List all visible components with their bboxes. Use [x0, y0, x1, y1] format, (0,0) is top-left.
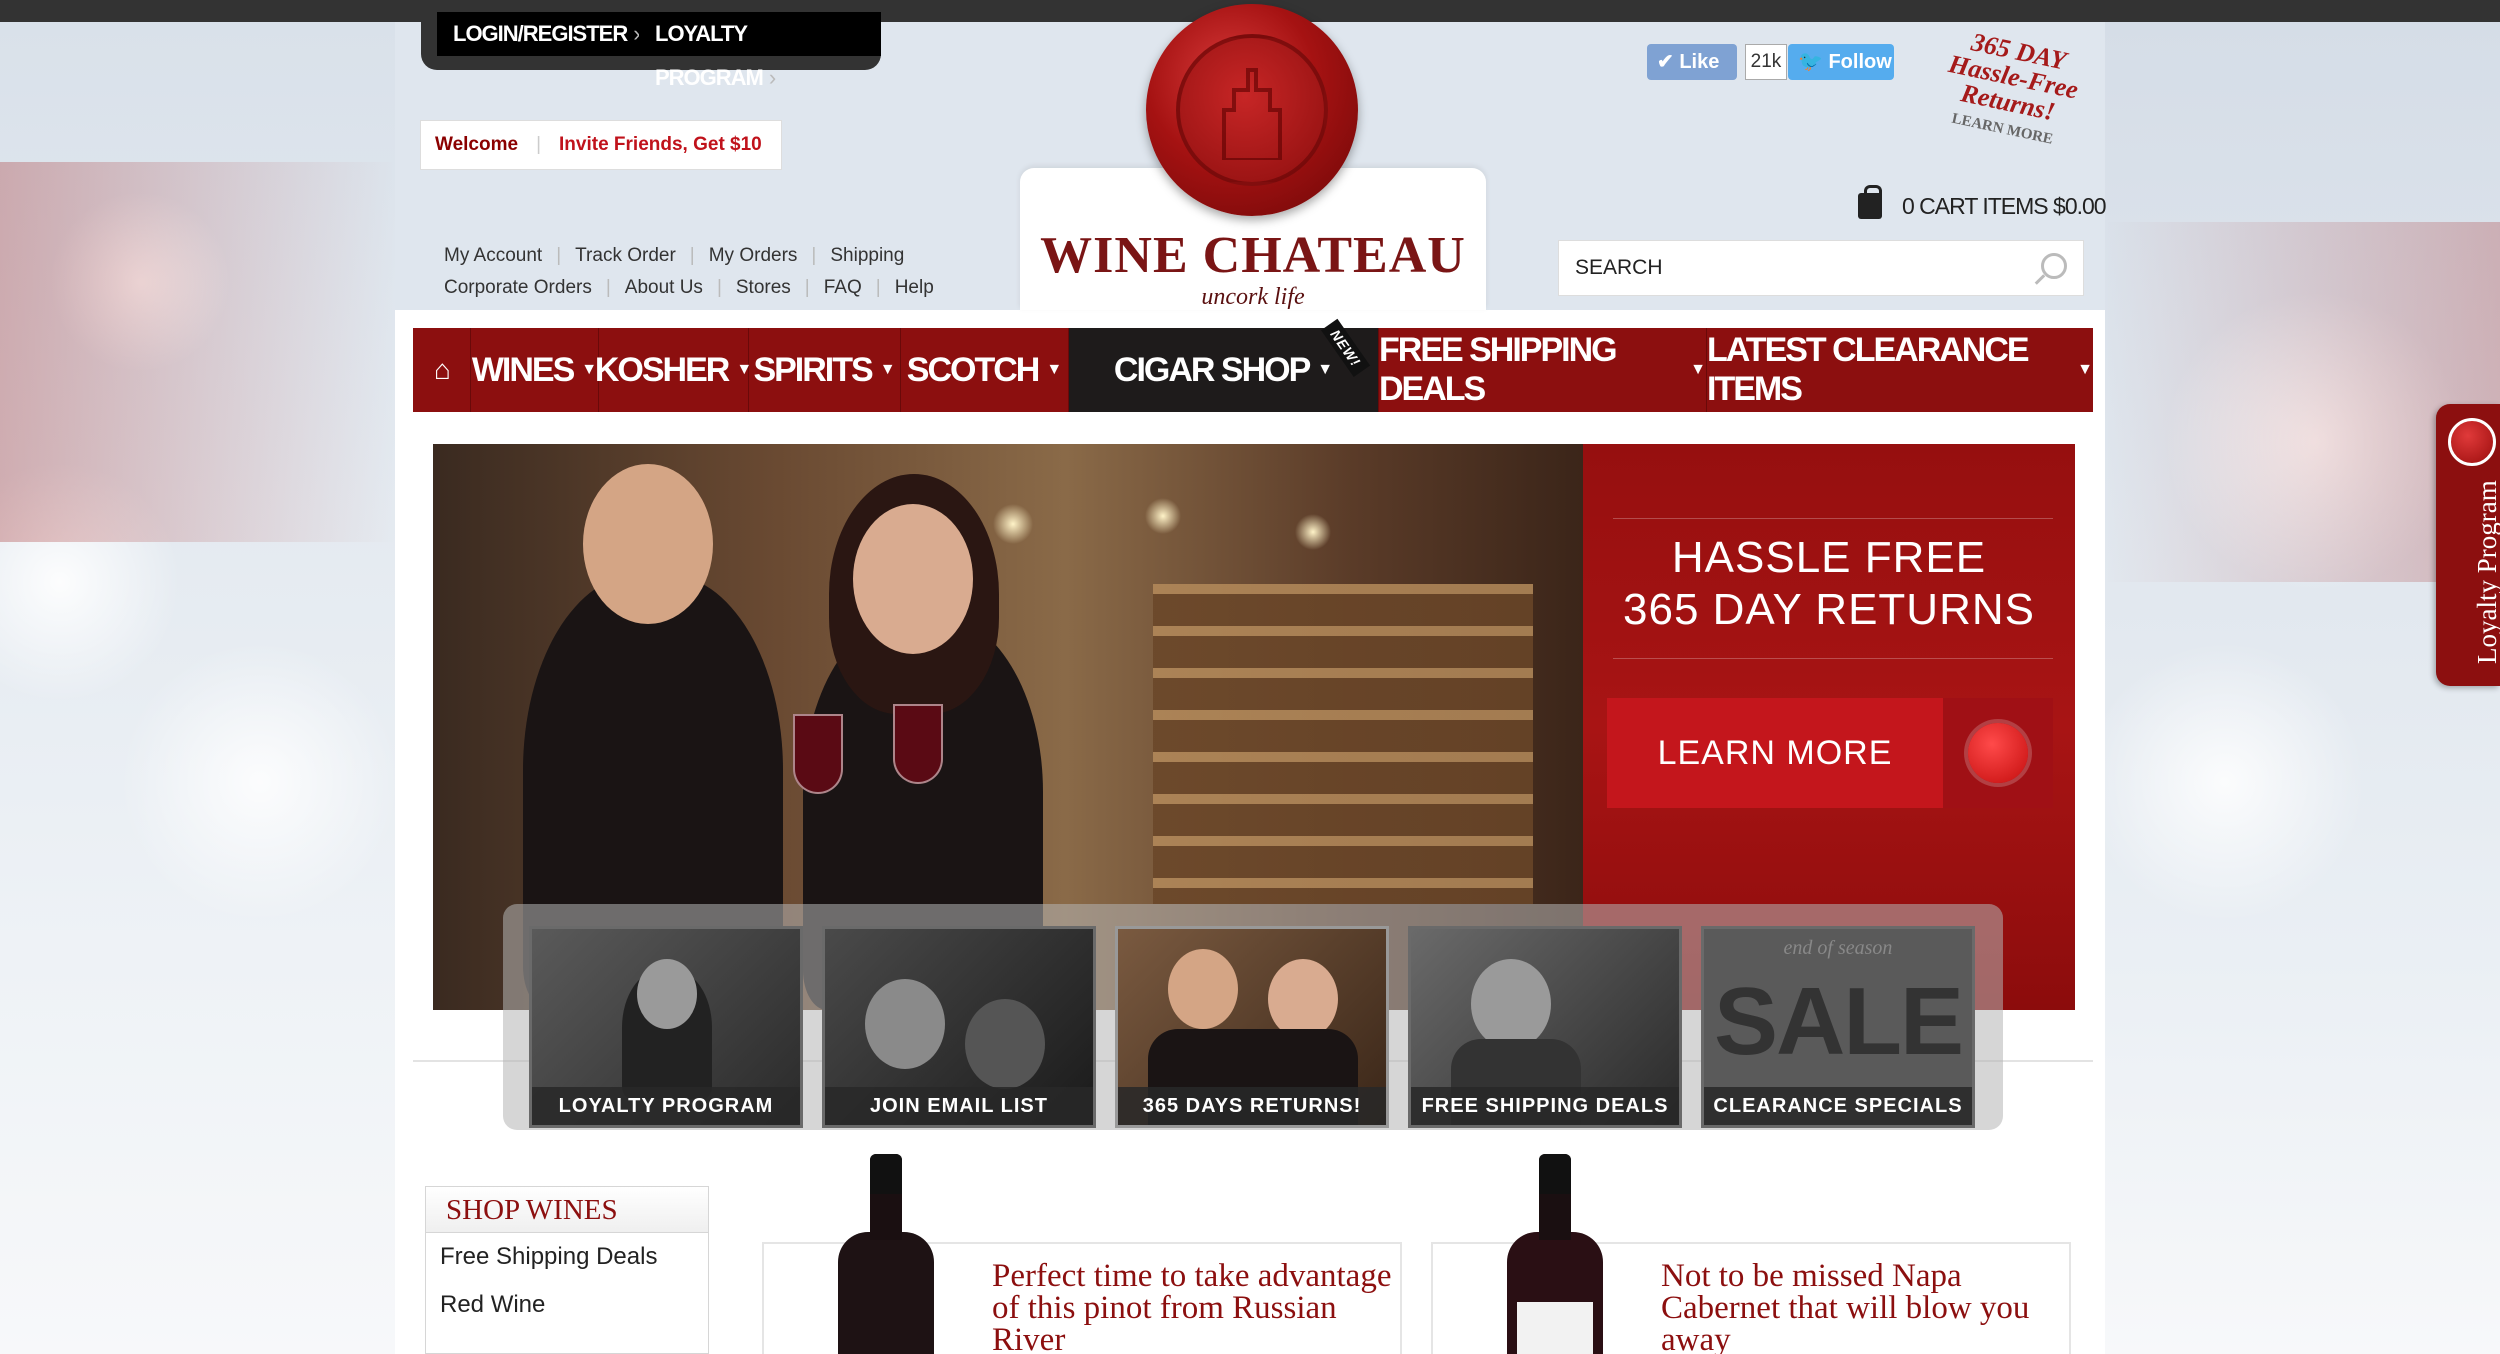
thumb-clearance-specials[interactable]: end of season SALE CLEARANCE SPECIALS	[1701, 926, 1975, 1128]
learn-more-button[interactable]: LEARN MORE	[1607, 698, 2053, 808]
nav-wines[interactable]: WINES ▼	[471, 328, 599, 412]
shop-wines-panel: SHOP WINES Free Shipping Deals Red Wine	[425, 1186, 709, 1354]
cart-label: 0 CART ITEMS $0.00	[1902, 192, 2107, 219]
like-count: 21k	[1745, 44, 1787, 80]
promo-card-pinot[interactable]: Perfect time to take advantage of this p…	[762, 1154, 1402, 1354]
facebook-like-button[interactable]: ✔ Like	[1647, 44, 1737, 80]
follow-label: Follow	[1828, 51, 1892, 73]
cart-summary[interactable]: 0 CART ITEMS $0.00	[1858, 185, 2107, 222]
chevron-right-icon: ›	[768, 65, 776, 90]
promo-card-cabernet[interactable]: Not to be missed Napa Cabernet that will…	[1431, 1154, 2071, 1354]
link-help[interactable]: Help	[895, 277, 934, 299]
seal-icon	[1943, 698, 2053, 808]
thumb-caption: LOYALTY PROGRAM	[532, 1087, 800, 1125]
hero-heading: HASSLE FREE 365 DAY RETURNS	[1623, 533, 2035, 634]
welcome-link[interactable]: Welcome	[435, 134, 518, 156]
link-about-us[interactable]: About Us	[625, 277, 703, 299]
seal-icon	[2448, 418, 2496, 466]
home-icon[interactable]: ⌂	[413, 328, 471, 412]
link-faq[interactable]: FAQ	[824, 277, 862, 299]
like-label: Like	[1679, 51, 1720, 73]
thumb-join-email-list[interactable]: JOIN EMAIL LIST	[822, 926, 1096, 1128]
twitter-bird-icon: 🐦	[1798, 51, 1823, 73]
loyalty-tab-label: Loyalty Program	[2472, 480, 2500, 664]
invite-friends-link[interactable]: Invite Friends, Get $10	[559, 134, 762, 156]
main-nav: ⌂ WINES ▼ KOSHER ▼ SPIRITS ▼ SCOTCH ▼ CIGAR …	[413, 318, 2093, 412]
nav-scotch[interactable]: SCOTCH ▼	[901, 328, 1069, 412]
account-tab: LOGIN/REGISTER › LOYALTY PROGRAM ›	[421, 0, 881, 90]
snowflake-background-right	[2105, 22, 2500, 1354]
loyalty-program-label: LOYALTY PROGRAM	[655, 21, 764, 90]
nav-cigar-shop[interactable]: CIGAR SHOP ▼ NEW!	[1069, 318, 1379, 412]
thumb-caption: CLEARANCE SPECIALS	[1704, 1087, 1972, 1125]
link-my-orders[interactable]: My Orders	[709, 245, 798, 267]
shop-item-red-wine[interactable]: Red Wine	[426, 1281, 708, 1329]
login-register-button[interactable]: LOGIN/REGISTER ›	[437, 12, 656, 56]
wine-bottle-image	[1507, 1154, 1603, 1354]
link-my-account[interactable]: My Account	[444, 245, 542, 267]
loyalty-program-button[interactable]: LOYALTY PROGRAM ›	[639, 12, 881, 90]
link-stores[interactable]: Stores	[736, 277, 791, 299]
caret-down-icon: ▼	[1046, 361, 1063, 378]
shopping-bag-icon	[1858, 185, 1882, 219]
caret-down-icon: ▼	[1317, 361, 1334, 378]
thumb-caption: 365 DAYS RETURNS!	[1118, 1087, 1386, 1125]
returns-badge[interactable]: 365 DAY Hassle-Free Returns! LEARN MORE	[1925, 24, 2095, 163]
search-icon[interactable]	[2041, 253, 2067, 279]
shop-wines-title: SHOP WINES	[426, 1187, 708, 1233]
utility-links: My Account | Track Order | My Orders | Ship…	[444, 245, 934, 299]
separator: |	[536, 134, 542, 155]
twitter-follow-button[interactable]: 🐦 Follow	[1788, 44, 1894, 80]
thumb-365-days-returns[interactable]: 365 DAYS RETURNS!	[1115, 926, 1389, 1128]
wine-bottle-image	[838, 1154, 934, 1354]
link-shipping[interactable]: Shipping	[830, 245, 904, 267]
promo-text: Not to be missed Napa Cabernet that will…	[1661, 1258, 2030, 1354]
loyalty-program-side-tab[interactable]: Loyalty Program	[2436, 404, 2500, 686]
learn-more-label: LEARN MORE	[1657, 734, 1893, 772]
caret-down-icon: ▼	[879, 361, 896, 378]
shop-item-free-shipping-deals[interactable]: Free Shipping Deals	[426, 1233, 708, 1281]
welcome-box: Welcome | Invite Friends, Get $10	[420, 120, 782, 170]
link-corporate-orders[interactable]: Corporate Orders	[444, 277, 592, 299]
nav-free-shipping-deals[interactable]: FREE SHIPPING DEALS ▼	[1379, 328, 1707, 412]
sale-subtitle: end of season	[1783, 937, 1893, 959]
wax-seal-icon	[1146, 4, 1358, 216]
check-icon: ✔	[1657, 51, 1680, 73]
link-track-order[interactable]: Track Order	[575, 245, 676, 267]
login-register-label: LOGIN/REGISTER	[453, 21, 628, 46]
nav-spirits[interactable]: SPIRITS ▼	[749, 328, 901, 412]
sale-title: SALE	[1713, 968, 1964, 1075]
caret-down-icon: ▼	[2077, 361, 2093, 378]
logo-title: WINE CHATEAU	[1040, 227, 1466, 284]
thumb-loyalty-program[interactable]: LOYALTY PROGRAM	[529, 926, 803, 1128]
logo-tagline: uncork life	[1201, 284, 1305, 310]
search-placeholder: SEARCH	[1575, 256, 1663, 279]
search-input[interactable]: SEARCH	[1558, 240, 2084, 296]
thumb-caption: FREE SHIPPING DEALS	[1411, 1087, 1679, 1125]
nav-latest-clearance[interactable]: LATEST CLEARANCE ITEMS ▼	[1707, 328, 2093, 412]
caret-down-icon: ▼	[1690, 361, 1706, 378]
snowflake-background-left	[0, 22, 395, 1354]
nav-kosher[interactable]: KOSHER ▼	[595, 328, 752, 412]
thumb-free-shipping-deals[interactable]: FREE SHIPPING DEALS	[1408, 926, 1682, 1128]
promo-text: Perfect time to take advantage of this p…	[992, 1258, 1392, 1354]
thumb-caption: JOIN EMAIL LIST	[825, 1087, 1093, 1125]
